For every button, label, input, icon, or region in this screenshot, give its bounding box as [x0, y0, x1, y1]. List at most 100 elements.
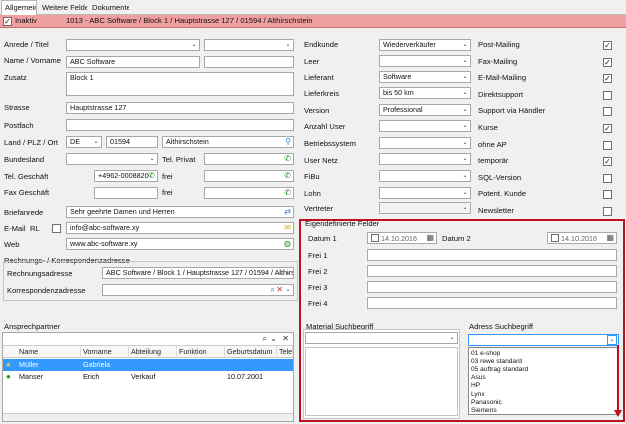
list-item[interactable]: 03 rewe standard	[471, 358, 522, 366]
datum1-checkbox[interactable]	[371, 234, 379, 242]
fibu-select[interactable]: ⌄	[379, 170, 471, 182]
rl-label: RL	[30, 224, 40, 233]
horizontal-scrollbar[interactable]	[3, 413, 293, 421]
inaktiv-checkbox[interactable]: ✓	[3, 17, 12, 26]
anrede-select[interactable]: ⌄	[66, 39, 200, 51]
globe-icon[interactable]: ◍	[284, 239, 291, 249]
chevron-down-icon[interactable]: ⌄	[607, 335, 617, 345]
datum2-field[interactable]: 14.10.2016 ▦	[547, 232, 617, 244]
land-select[interactable]: DE ⌄	[66, 136, 102, 148]
flag-checkbox[interactable]: ✓	[603, 41, 612, 50]
frei-phone-field-1[interactable]: ✆	[204, 170, 294, 182]
flag-checkbox[interactable]: ✓	[603, 157, 612, 167]
col-abteilung[interactable]: Abteilung	[129, 346, 177, 358]
phone-icon[interactable]: ✆	[284, 154, 291, 164]
frei1-label: Frei 1	[308, 251, 328, 260]
frei2-field[interactable]	[367, 265, 617, 277]
korrespondenzadresse-field[interactable]: ⌕ ✕ ⌄	[102, 284, 294, 296]
anzahl-user-select[interactable]: ⌄	[379, 120, 471, 132]
email-field[interactable]: info@abc-software.xy ✉	[66, 222, 294, 234]
tab-dokumente[interactable]: Dokumente	[89, 2, 129, 15]
chevron-down-icon[interactable]: ⌄	[284, 269, 292, 277]
list-item[interactable]: Lynx	[471, 391, 485, 399]
frei1-field[interactable]	[367, 249, 617, 261]
zusatz-field[interactable]: Block 1	[66, 72, 294, 96]
list-item[interactable]: 05 auftrag standard	[471, 366, 528, 374]
lohn-select[interactable]: ⌄	[379, 187, 471, 199]
postfach-field[interactable]	[66, 119, 294, 131]
tel-geschaeft-value: +4962-0008820	[98, 171, 149, 180]
plz-field[interactable]: 01594	[106, 136, 158, 148]
chevron-down-icon[interactable]: ⌄	[284, 286, 292, 294]
flag-checkbox[interactable]: ✓	[603, 74, 612, 84]
list-item[interactable]: HP	[471, 382, 480, 390]
betriebssystem-select[interactable]: ⌄	[379, 137, 471, 149]
tel-privat-field[interactable]: ✆	[204, 153, 294, 165]
chevron-down-icon[interactable]: ⌄	[270, 334, 277, 344]
user-netz-select[interactable]: ⌄	[379, 153, 471, 165]
material-select[interactable]: ⌄	[305, 332, 458, 344]
datum1-field[interactable]: 14.10.2016 ▦	[367, 232, 437, 244]
col-funktion[interactable]: Funktion	[177, 346, 225, 358]
flag-checkbox[interactable]: ✓	[603, 124, 612, 133]
list-item[interactable]: Siemens	[471, 407, 497, 415]
fax-geschaeft-field[interactable]	[94, 187, 158, 199]
web-field[interactable]: www.abc-software.xy ◍	[66, 238, 294, 250]
strasse-field[interactable]: Hauptstrasse 127	[66, 102, 294, 114]
table-row[interactable]: ● Manser Erich Verkauf 10.07.2001	[3, 371, 293, 383]
datum2-checkbox[interactable]	[551, 234, 559, 242]
tab-weitere-felder[interactable]: Weitere Felder	[39, 2, 87, 15]
phone-icon[interactable]: ✆	[284, 171, 291, 181]
titel-select[interactable]: ⌄	[204, 39, 294, 51]
adress-dropdown-list[interactable]: 01 e-shop 03 rewe standard 05 auftrag stan…	[468, 347, 619, 415]
close-icon[interactable]: ✕	[282, 334, 289, 344]
close-icon[interactable]: ✕	[276, 285, 283, 295]
material-listbox[interactable]	[305, 347, 458, 416]
flag-checkbox[interactable]	[603, 173, 612, 183]
leer-select[interactable]: ⌄	[379, 55, 471, 67]
col-vorname[interactable]: Vorname	[81, 346, 129, 358]
search-icon[interactable]: ⌕	[279, 268, 283, 278]
frei-phone-field-2[interactable]: ✆	[204, 187, 294, 199]
flag-checkbox[interactable]	[603, 107, 612, 117]
frei4-field[interactable]	[367, 297, 617, 309]
vertreter-select[interactable]: ⌄	[379, 202, 471, 214]
search-icon[interactable]: ⌕	[271, 285, 275, 295]
lieferkreis-select[interactable]: bis 50 km ⌄	[379, 87, 471, 99]
phone-icon[interactable]: ✆	[284, 188, 291, 198]
briefanrede-label: Briefanrede	[4, 208, 44, 217]
phone-icon[interactable]: ✆	[148, 171, 155, 181]
bundesland-select[interactable]: ⌄	[66, 153, 158, 165]
list-item[interactable]: Panasonic	[471, 399, 502, 407]
calendar-icon[interactable]: ▦	[426, 233, 434, 243]
tab-allgemein[interactable]: Allgemein	[1, 0, 37, 15]
adress-select[interactable]: ⌄	[468, 334, 619, 346]
col-name[interactable]: Name	[17, 346, 81, 358]
envelope-icon[interactable]: ✉	[284, 223, 291, 233]
flag-checkbox[interactable]	[603, 90, 612, 100]
flag-checkbox[interactable]	[603, 207, 612, 216]
lieferant-select[interactable]: Software ⌄	[379, 71, 471, 83]
list-item[interactable]: 01 e-shop	[471, 350, 500, 358]
endkunde-select[interactable]: Wiederverkäufer ⌄	[379, 39, 471, 51]
col-geburtsdatum[interactable]: Geburtsdatum	[225, 346, 277, 358]
name-field[interactable]: ABC Software	[66, 56, 200, 68]
col-tele[interactable]: Tele	[277, 346, 293, 358]
flag-checkbox[interactable]: ✓	[603, 57, 612, 67]
calendar-icon[interactable]: ▦	[606, 233, 614, 243]
list-item[interactable]: Asus	[471, 374, 486, 382]
flag-checkbox[interactable]	[603, 190, 612, 200]
version-select[interactable]: Professional ⌄	[379, 104, 471, 116]
briefanrede-field[interactable]: Sehr geehrte Damen und Herren ⇄	[66, 206, 294, 218]
search-icon[interactable]: ⌕	[263, 334, 267, 344]
rl-checkbox[interactable]	[52, 224, 61, 233]
map-pin-icon[interactable]: ⚲	[285, 137, 291, 147]
table-row[interactable]: ● Müller Gabriela	[3, 359, 293, 371]
flag-checkbox[interactable]	[603, 140, 612, 150]
rechnungsadresse-field[interactable]: ABC Software / Block 1 / Hauptstrasse 12…	[102, 267, 294, 279]
ort-field[interactable]: Althirschstein ⚲	[162, 136, 294, 148]
vorname-field[interactable]	[204, 56, 294, 68]
frei3-field[interactable]	[367, 281, 617, 293]
refresh-icon[interactable]: ⇄	[284, 207, 291, 217]
tel-geschaeft-field[interactable]: +4962-0008820 ✆	[94, 170, 158, 182]
